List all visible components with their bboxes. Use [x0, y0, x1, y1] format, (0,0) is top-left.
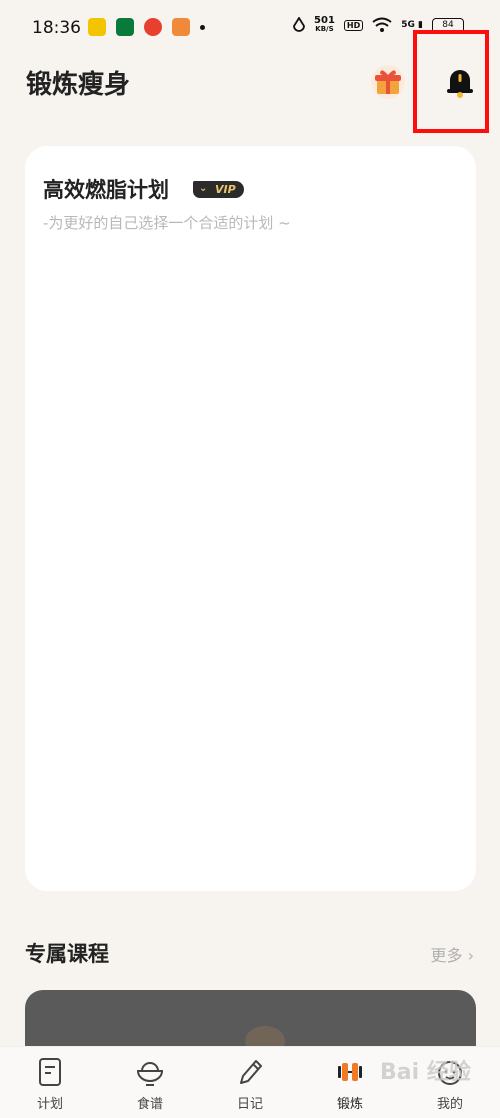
more-notifications-dot	[200, 24, 205, 30]
vip-badge: ⌄ VIP	[193, 181, 244, 198]
wifi-icon	[372, 17, 392, 32]
app-notification-icon	[144, 18, 162, 36]
profile-icon	[438, 1061, 462, 1085]
signal-indicator: 5G ▮	[401, 20, 423, 30]
status-time: 18:36	[32, 18, 81, 38]
nav-label: 锻炼	[336, 1097, 363, 1112]
recipe-icon	[136, 1062, 164, 1086]
nav-item-profile[interactable]: 我的	[400, 1047, 500, 1118]
nav-item-plan[interactable]: 计划	[0, 1047, 100, 1118]
notification-icons	[88, 18, 205, 36]
nav-label: 我的	[436, 1097, 463, 1112]
hd-badge: HD	[343, 19, 364, 31]
plan-icon	[39, 1058, 61, 1086]
nav-label: 日记	[236, 1097, 263, 1112]
highlight-annotation-box	[413, 30, 489, 133]
workout-icon	[338, 1063, 362, 1081]
app-notification-icon	[88, 18, 106, 36]
courses-section-title: 专属课程	[25, 942, 109, 966]
app-notification-icon	[172, 18, 190, 36]
nav-label: 计划	[36, 1097, 63, 1112]
gift-icon[interactable]	[370, 64, 406, 100]
plan-title: 高效燃脂计划	[43, 178, 169, 202]
network-speed: 501 KB/S	[314, 15, 335, 34]
nav-item-workout[interactable]: 锻炼	[300, 1047, 400, 1118]
vip-chevron-icon: ⌄	[199, 183, 208, 194]
data-saver-icon	[293, 17, 305, 32]
nav-item-diary[interactable]: 日记	[200, 1047, 300, 1118]
plan-card[interactable]: 高效燃脂计划 ⌄ VIP -为更好的自己选择一个合适的计划 ~	[25, 146, 476, 891]
more-courses-link[interactable]: 更多 ›	[431, 942, 475, 966]
diary-icon	[240, 1060, 262, 1084]
app-notification-icon	[116, 18, 134, 36]
nav-item-recipe[interactable]: 食谱	[100, 1047, 200, 1118]
plan-subtitle: -为更好的自己选择一个合适的计划 ~	[43, 214, 291, 232]
page-title: 锻炼瘦身	[26, 70, 131, 100]
nav-label: 食谱	[136, 1097, 163, 1112]
bottom-nav: 计划 食谱 日记 锻炼 我的	[0, 1046, 500, 1118]
